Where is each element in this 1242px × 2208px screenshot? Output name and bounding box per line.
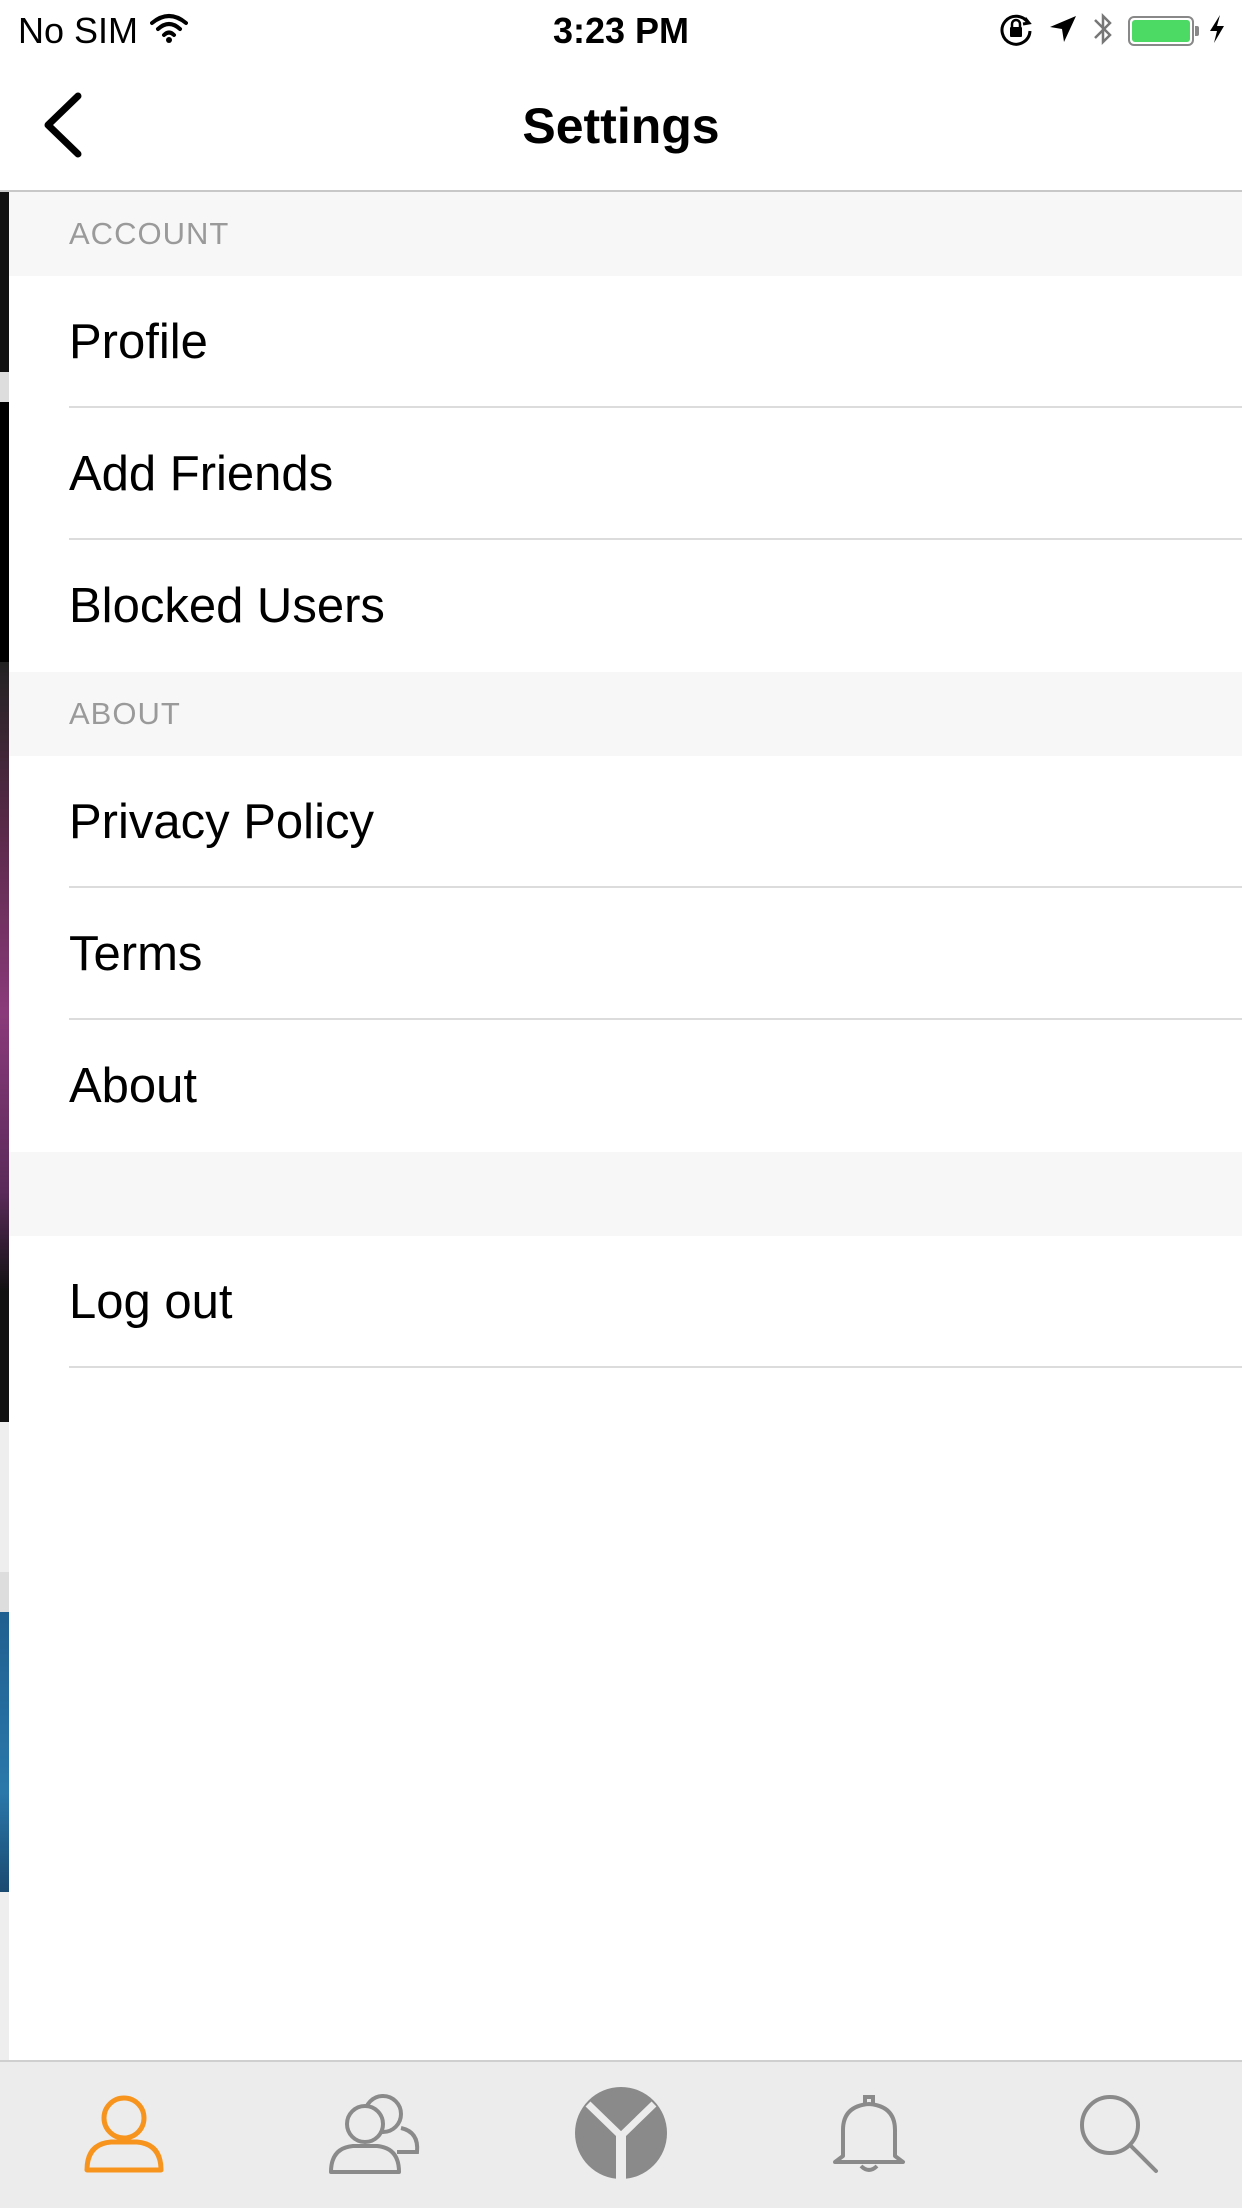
settings-item-privacy-policy[interactable]: Privacy Policy	[9, 756, 1242, 888]
battery-icon	[1128, 16, 1199, 46]
navigation-bar: Settings	[0, 62, 1242, 192]
logout-label: Log out	[69, 1275, 233, 1329]
settings-list[interactable]: ACCOUNT Profile Add Friends Blocked User…	[9, 192, 1242, 2060]
section-header-account: ACCOUNT	[9, 192, 1242, 276]
friends-icon	[323, 2088, 423, 2183]
settings-item-label: Terms	[69, 927, 203, 981]
settings-item-label: Privacy Policy	[69, 795, 374, 849]
tab-profile[interactable]	[64, 2075, 184, 2195]
settings-item-terms[interactable]: Terms	[9, 888, 1242, 1020]
settings-item-add-friends[interactable]: Add Friends	[9, 408, 1242, 540]
underlying-screen-edge	[0, 192, 9, 2060]
orientation-lock-icon	[998, 11, 1034, 52]
settings-item-blocked-users[interactable]: Blocked Users	[9, 540, 1242, 672]
bluetooth-icon	[1092, 11, 1114, 52]
status-bar: No SIM 3:23 PM	[0, 0, 1242, 62]
logout-button[interactable]: Log out	[9, 1236, 1242, 1368]
page-title: Settings	[522, 98, 720, 154]
settings-item-label: Blocked Users	[69, 579, 385, 633]
tab-home[interactable]	[561, 2075, 681, 2195]
tab-notifications[interactable]	[809, 2075, 929, 2195]
settings-item-label: Add Friends	[69, 447, 334, 501]
app-logo-icon	[574, 2086, 668, 2185]
status-right	[998, 10, 1226, 52]
settings-item-label: About	[69, 1059, 198, 1113]
tab-friends[interactable]	[313, 2075, 433, 2195]
settings-item-about[interactable]: About	[9, 1020, 1242, 1152]
search-icon	[1076, 2091, 1160, 2180]
section-header-about: ABOUT	[9, 672, 1242, 756]
profile-icon	[79, 2088, 169, 2183]
charging-bolt-icon	[1208, 14, 1226, 49]
bell-icon	[829, 2090, 909, 2181]
settings-item-profile[interactable]: Profile	[9, 276, 1242, 408]
tab-bar	[0, 2060, 1242, 2208]
settings-item-label: Profile	[69, 315, 208, 369]
tab-search[interactable]	[1058, 2075, 1178, 2195]
section-spacer	[9, 1152, 1242, 1236]
location-arrow-icon	[1048, 14, 1078, 49]
